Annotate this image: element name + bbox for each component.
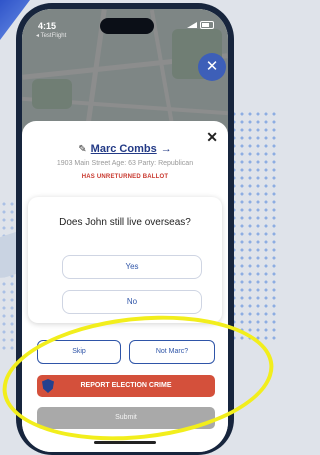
edit-icon[interactable]: ✎ <box>78 144 86 155</box>
voter-name-row: ✎ Marc Combs → <box>22 143 228 155</box>
signal-icon <box>187 22 197 28</box>
question-card: Does John still live overseas? Yes No <box>28 197 222 323</box>
status-time: 4:15 <box>38 21 57 31</box>
arrow-right-icon[interactable]: → <box>161 143 172 155</box>
question-text: Does John still live overseas? <box>59 217 191 228</box>
answer-yes-button[interactable]: Yes <box>62 255 202 279</box>
home-indicator <box>94 441 156 444</box>
voter-info: 1903 Main Street Age: 63 Party: Republic… <box>56 160 194 167</box>
phone-notch <box>100 18 154 34</box>
battery-icon <box>200 21 214 29</box>
testflight-back-link[interactable]: ◂ TestFlight <box>36 32 66 39</box>
answer-no-button[interactable]: No <box>62 290 202 314</box>
map-close-button[interactable]: ✕ <box>198 53 226 81</box>
ballot-warning: HAS UNRETURNED BALLOT <box>81 174 169 180</box>
status-icons <box>187 21 214 29</box>
voter-name-link[interactable]: Marc Combs <box>91 143 157 155</box>
